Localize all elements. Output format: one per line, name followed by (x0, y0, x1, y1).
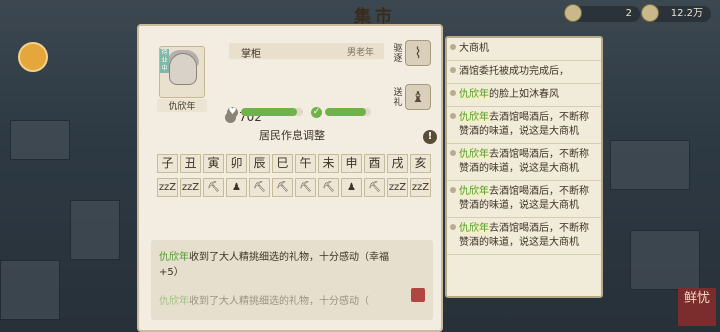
activity-cell[interactable]: zzZ (410, 178, 431, 197)
hour-cell: 午 (295, 154, 316, 173)
activity-cell[interactable]: ⛏ (318, 178, 339, 197)
expel-button[interactable]: 驱逐 ⌇ (393, 40, 433, 66)
health-bar (325, 108, 371, 116)
activity-cell[interactable]: ⛏ (364, 178, 385, 197)
hour-cell: 亥 (410, 154, 431, 173)
activity-cell[interactable]: zzZ (157, 178, 178, 197)
log-entry-name: 仇欣年 (459, 186, 489, 197)
status-tag: 待业中 (160, 49, 169, 73)
log-entry: 仇欣年去酒馆喝酒后，不断称赞酒的味道，说这是大商机 (447, 218, 601, 255)
log-entry-name: 仇欣年 (459, 223, 489, 234)
bullet-icon (450, 44, 456, 50)
activity-cell[interactable]: zzZ (387, 178, 408, 197)
event-log-list: 大商机 酒馆委托被成功完成后， 仇欣年的脸上如沐春风 仇欣年去酒馆喝酒后，不断称赞酒的… (447, 38, 601, 255)
log-entry-text: 的脸上如沐春风 (489, 89, 559, 100)
coin-icon (641, 4, 659, 22)
hour-cell: 寅 (203, 154, 224, 173)
log-entry-text: 大商机 (459, 43, 489, 54)
log-entry: 仇欣年去酒馆喝酒后，不断称赞酒的味道，说这是大商机 (447, 181, 601, 218)
heart-icon: ♥ (227, 107, 238, 118)
seal-logo: 鲜忧 (678, 288, 716, 326)
hour-cell: 巳 (272, 154, 293, 173)
schedule-title: 居民作息调整 (259, 129, 325, 142)
expel-label: 驱逐 (393, 44, 403, 64)
info-icon[interactable]: ! (423, 130, 437, 144)
log-entry: 酒馆委托被成功完成后， (447, 61, 601, 84)
avatar[interactable]: 待业中 (159, 46, 205, 98)
log-entry: 仇欣年的脸上如沐春风 (447, 84, 601, 107)
gender-age-label: 男老年 (346, 48, 374, 58)
log-entry: 大商机 (447, 38, 601, 61)
activity-cell[interactable]: ♟ (341, 178, 362, 197)
log-entry: 仇欣年去酒馆喝酒后，不断称赞酒的味道，说这是大商机 (447, 107, 601, 144)
role-label: 掌柜 (241, 49, 261, 60)
avatar-face (169, 53, 197, 85)
event-log-panel[interactable]: 大商机 酒馆委托被成功完成后， 仇欣年的脸上如沐春风 仇欣年去酒馆喝酒后，不断称赞酒的… (445, 36, 603, 298)
activity-cell[interactable]: ⛏ (295, 178, 316, 197)
happiness-fill (241, 108, 297, 116)
bullet-icon (450, 90, 456, 96)
hour-cell: 酉 (364, 154, 385, 173)
hour-cell: 未 (318, 154, 339, 173)
bullet-icon (450, 67, 456, 73)
gift-button[interactable]: 送礼 ♝ (393, 84, 433, 110)
activity-cell[interactable]: ⛏ (249, 178, 270, 197)
activity-cell[interactable]: ⛏ (203, 178, 224, 197)
happiness-bar (241, 108, 303, 116)
hour-cell: 丑 (180, 154, 201, 173)
bullet-icon (450, 187, 456, 193)
bullet-icon (450, 150, 456, 156)
log-message: 仇欣年收到了大人精挑细选的礼物，十分感动（幸福+5） (159, 252, 389, 278)
hour-cell: 卯 (226, 154, 247, 173)
hour-cell: 申 (341, 154, 362, 173)
log-entry: 仇欣年去酒馆喝酒后，不断称赞酒的味道，说这是大商机 (447, 144, 601, 181)
activity-cell[interactable]: ⛏ (272, 178, 293, 197)
health-fill (325, 108, 367, 116)
log-entry-name: 仇欣年 (459, 112, 489, 123)
log-entry-text: 酒馆委托被成功完成后， (459, 66, 569, 77)
resource-counter-2: 12.2万 (641, 4, 711, 22)
gift-bag-icon: ♝ (405, 84, 431, 110)
log-entry-name: 仇欣年 (459, 149, 489, 160)
activity-cell[interactable]: zzZ (180, 178, 201, 197)
bullet-icon (450, 113, 456, 119)
resource-icon (564, 4, 582, 22)
health-icon: ✓ (311, 107, 322, 118)
resident-log: 仇欣年收到了大人精挑细选的礼物，十分感动（幸福+5） 仇欣年收到了大人精挑细选的… (151, 240, 433, 320)
hours-row: 子丑寅卯辰巳午未申酉戌亥 (157, 154, 437, 173)
bullet-icon (450, 224, 456, 230)
hour-cell: 辰 (249, 154, 270, 173)
resident-name: 仇欣年 (157, 99, 207, 112)
role-bar: 掌柜 男老年 (229, 43, 384, 60)
activity-cell[interactable]: ♟ (226, 178, 247, 197)
log-message-faded: 仇欣年收到了大人精挑细选的礼物，十分感动（ (159, 296, 369, 307)
resident-panel: 待业中 仇欣年 掌柜 男老年 驱逐 ⌇ 送礼 ♝ 702 ♥ ✓ 居民作息调整 … (137, 24, 443, 332)
log-entry-name: 仇欣年 (459, 89, 489, 100)
hour-cell: 戌 (387, 154, 408, 173)
activities-row: zzZ zzZ ⛏ ♟ ⛏ ⛏ ⛏ ⛏ ♟ ⛏ zzZ zzZ (157, 178, 437, 197)
schedule-grid: 子丑寅卯辰巳午未申酉戌亥 zzZ zzZ ⛏ ♟ ⛏ ⛏ ⛏ ⛏ ♟ ⛏ zzZ zzZ (157, 154, 437, 202)
gift-label: 送礼 (393, 88, 403, 108)
broom-icon: ⌇ (405, 40, 431, 66)
hour-cell: 子 (157, 154, 178, 173)
left-menu-button[interactable] (18, 42, 48, 72)
stamp-icon (411, 288, 425, 302)
resource-counter-1: 2 (564, 4, 640, 22)
